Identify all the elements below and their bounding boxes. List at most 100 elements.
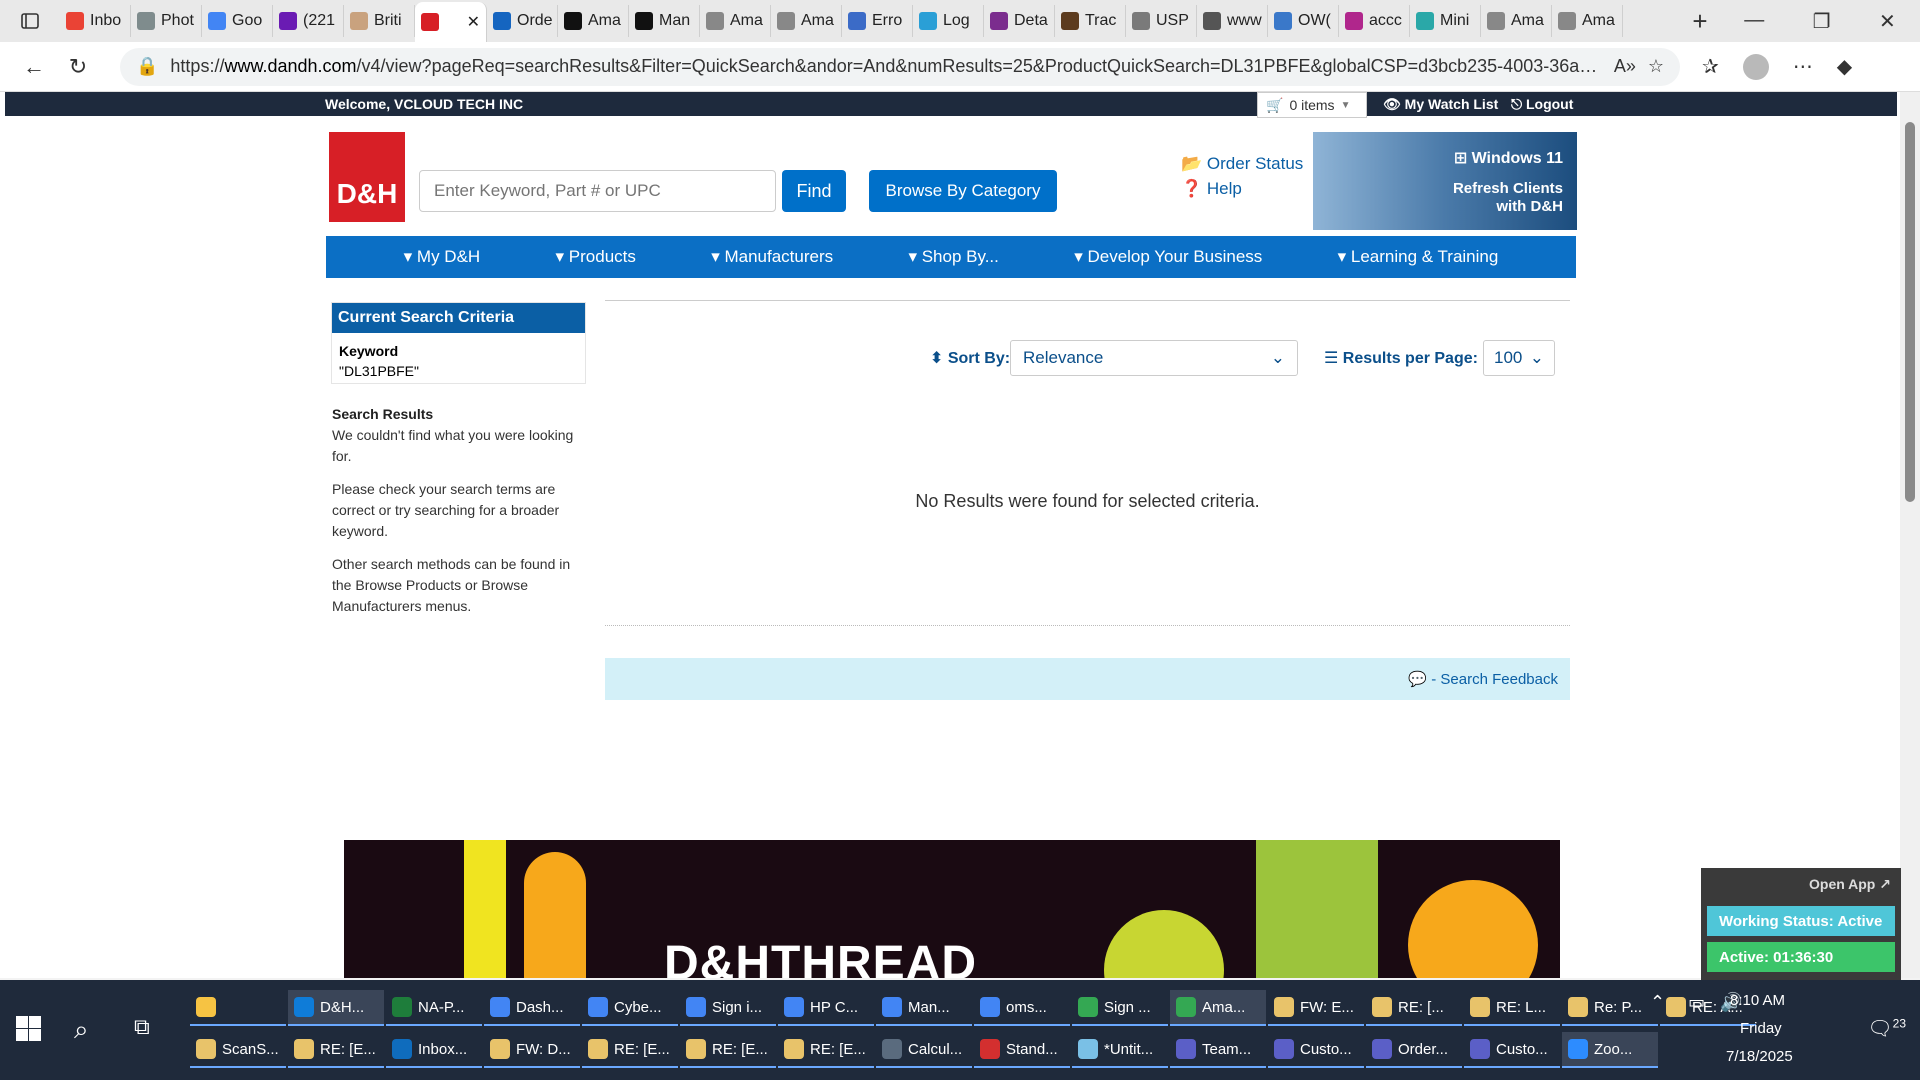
taskbar-app[interactable]: RE: [E...: [582, 1032, 678, 1068]
cart-button[interactable]: 🛒 0 items ▼: [1257, 92, 1367, 118]
browse-category-button[interactable]: Browse By Category: [869, 170, 1057, 212]
browser-tab[interactable]: Phot: [131, 5, 202, 37]
browser-tab[interactable]: Ama: [771, 5, 842, 37]
chevron-up-icon[interactable]: ⌃: [1650, 992, 1665, 1012]
browser-tab[interactable]: Goo: [202, 5, 273, 37]
taskbar-app[interactable]: FW: E...: [1268, 990, 1364, 1026]
favorite-star-icon[interactable]: ☆: [1648, 56, 1664, 77]
close-tab-icon[interactable]: ✕: [467, 12, 480, 32]
open-app-link[interactable]: Open App ↗: [1809, 876, 1891, 893]
taskbar-app[interactable]: Stand...: [974, 1032, 1070, 1068]
taskbar-app[interactable]: HP C...: [778, 990, 874, 1026]
back-icon[interactable]: ←: [12, 54, 56, 80]
results-per-page-select[interactable]: 100 ⌄: [1483, 340, 1555, 376]
clock-day[interactable]: Friday: [1740, 1020, 1782, 1037]
browser-tab[interactable]: Log: [913, 5, 984, 37]
search-feedback-link[interactable]: 💬 - Search Feedback: [1408, 670, 1558, 688]
browser-tab[interactable]: Ama: [1481, 5, 1552, 37]
nav-item[interactable]: ▾ Shop By...: [908, 247, 998, 267]
sort-select[interactable]: Relevance ⌄: [1010, 340, 1298, 376]
browser-tab[interactable]: Briti: [344, 5, 415, 37]
taskbar-app[interactable]: RE: [E...: [778, 1032, 874, 1068]
taskbar-app[interactable]: Cybe...: [582, 990, 678, 1026]
taskbar-app[interactable]: Dash...: [484, 990, 580, 1026]
browser-tab[interactable]: Ama: [558, 5, 629, 37]
windows-start-icon[interactable]: [16, 1016, 42, 1042]
windows11-banner[interactable]: ⊞ Windows 11 Refresh Clients with D&H: [1313, 132, 1577, 230]
taskbar-app[interactable]: D&H...: [288, 990, 384, 1026]
logout-link[interactable]: ⎋ Logout: [1511, 96, 1573, 113]
taskbar-app[interactable]: oms...: [974, 990, 1070, 1026]
browser-tab[interactable]: (221: [273, 5, 344, 37]
taskbar-app[interactable]: Order...: [1366, 1032, 1462, 1068]
taskbar-app[interactable]: Man...: [876, 990, 972, 1026]
task-view-icon[interactable]: ⧉: [134, 1014, 150, 1040]
thread-promo-banner[interactable]: D&HTHREAD: [344, 840, 1560, 978]
taskbar-app[interactable]: RE: [...: [1366, 990, 1462, 1026]
read-aloud-icon[interactable]: A»: [1614, 56, 1636, 77]
nav-item[interactable]: ▾ Develop Your Business: [1074, 247, 1262, 267]
browser-tab[interactable]: Deta: [984, 5, 1055, 37]
nav-item[interactable]: ▾ Learning & Training: [1338, 247, 1499, 267]
taskbar-app[interactable]: Zoo...: [1562, 1032, 1658, 1068]
nav-item[interactable]: ▾ Products: [556, 247, 636, 267]
taskbar-app[interactable]: Custo...: [1268, 1032, 1364, 1068]
battery-icon[interactable]: ▭: [1688, 992, 1705, 1012]
order-status-link[interactable]: 📂 Order Status: [1181, 154, 1303, 174]
browser-tab[interactable]: Erro: [842, 5, 913, 37]
profile-avatar[interactable]: [1742, 53, 1769, 80]
taskbar-app[interactable]: [190, 990, 286, 1026]
taskbar-app[interactable]: Ama...: [1170, 990, 1266, 1026]
search-icon[interactable]: ⌕: [74, 1014, 89, 1046]
refresh-icon[interactable]: ↻: [56, 54, 100, 80]
taskbar-app[interactable]: RE: L...: [1464, 990, 1560, 1026]
notifications-icon[interactable]: 🗨23: [1867, 1016, 1906, 1041]
browser-tab[interactable]: ✕: [415, 2, 487, 42]
browser-tab[interactable]: www: [1197, 5, 1268, 37]
taskbar-app[interactable]: Inbox...: [386, 1032, 482, 1068]
browser-tab[interactable]: USP: [1126, 5, 1197, 37]
taskbar-app[interactable]: ScanS...: [190, 1032, 286, 1068]
tab-actions-icon[interactable]: [0, 0, 60, 42]
browser-tab[interactable]: Trac: [1055, 5, 1126, 37]
copilot-icon[interactable]: ◆: [1837, 54, 1852, 79]
browser-tab[interactable]: Ama: [1552, 5, 1623, 37]
taskbar-app[interactable]: NA-P...: [386, 990, 482, 1026]
taskbar-app[interactable]: *Untit...: [1072, 1032, 1168, 1068]
nav-item[interactable]: ▾ Manufacturers: [711, 247, 833, 267]
find-button[interactable]: Find: [782, 170, 846, 212]
browser-tab[interactable]: Mini: [1410, 5, 1481, 37]
clock-time[interactable]: 8:10 AM: [1730, 992, 1785, 1009]
browser-tab[interactable]: Inbo: [60, 5, 131, 37]
browser-tab[interactable]: accc: [1339, 5, 1410, 37]
clock-date[interactable]: 7/18/2025: [1726, 1048, 1793, 1065]
taskbar-app[interactable]: Calcul...: [876, 1032, 972, 1068]
help-link[interactable]: ❓ Help: [1181, 179, 1242, 199]
minimize-icon[interactable]: —: [1744, 9, 1764, 34]
taskbar-app[interactable]: FW: D...: [484, 1032, 580, 1068]
watch-list-link[interactable]: 👁 My Watch List: [1383, 96, 1498, 113]
restore-icon[interactable]: ❐: [1813, 9, 1831, 34]
dandh-logo[interactable]: D&H: [329, 132, 405, 222]
taskbar-app[interactable]: Re: P...: [1562, 990, 1658, 1026]
more-options-icon[interactable]: ⋯: [1793, 54, 1813, 79]
nav-item[interactable]: ▾ My D&H: [404, 247, 481, 267]
browser-tab[interactable]: Orde: [487, 5, 558, 37]
taskbar-app[interactable]: Custo...: [1464, 1032, 1560, 1068]
scroll-thumb[interactable]: [1905, 122, 1915, 502]
url-text[interactable]: https://www.dandh.com/v4/view?pageReq=se…: [170, 56, 1601, 77]
new-tab-button[interactable]: +: [1680, 6, 1720, 37]
taskbar-app[interactable]: Sign i...: [680, 990, 776, 1026]
favorites-icon[interactable]: ✰: [1702, 54, 1719, 79]
taskbar-app[interactable]: RE: [E...: [288, 1032, 384, 1068]
close-window-icon[interactable]: ✕: [1879, 9, 1896, 34]
browser-tab[interactable]: Man: [629, 5, 700, 37]
page-scrollbar[interactable]: [1900, 92, 1920, 978]
browser-tab[interactable]: Ama: [700, 5, 771, 37]
taskbar-app[interactable]: RE: [E...: [680, 1032, 776, 1068]
taskbar-app[interactable]: Sign ...: [1072, 990, 1168, 1026]
browser-tab[interactable]: OW(: [1268, 5, 1339, 37]
url-bar[interactable]: 🔒 https://www.dandh.com/v4/view?pageReq=…: [120, 47, 1680, 86]
search-input[interactable]: [419, 170, 776, 212]
taskbar-app[interactable]: Team...: [1170, 1032, 1266, 1068]
